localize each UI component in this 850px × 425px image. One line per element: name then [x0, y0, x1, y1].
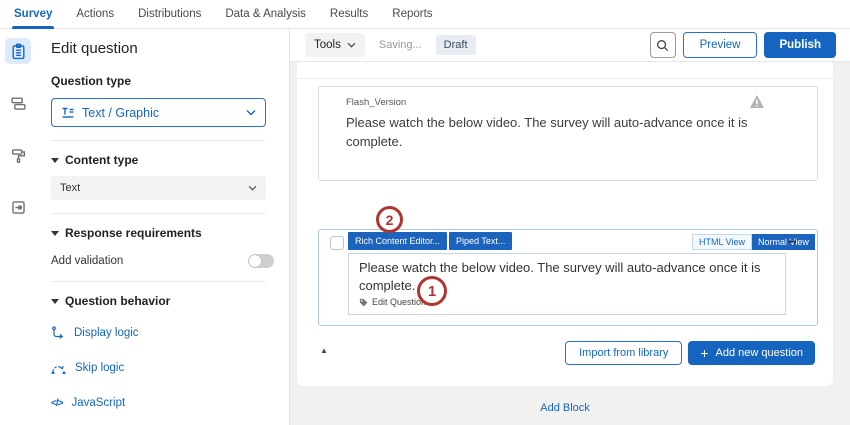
- question-type-select[interactable]: Text / Graphic: [51, 98, 266, 127]
- chevron-down-icon: [248, 185, 257, 191]
- icon-rail: [0, 29, 36, 425]
- main-area: Tools Saving... Draft Preview Publish Fl…: [290, 29, 850, 425]
- chevron-down-icon: [246, 109, 256, 116]
- search-button[interactable]: [650, 32, 676, 58]
- add-question-label: Add new question: [716, 347, 803, 359]
- add-new-question-button[interactable]: + Add new question: [688, 341, 815, 365]
- preview-label: Preview: [700, 39, 741, 51]
- card-actions: Import from library + Add new question: [565, 341, 815, 365]
- publish-button[interactable]: Publish: [764, 32, 836, 58]
- question-behavior-label: Question behavior: [65, 294, 170, 308]
- normal-view-tab[interactable]: Normal View: [752, 234, 815, 250]
- question-id: Flash_Version: [346, 97, 406, 108]
- annotation-number: 1: [428, 283, 436, 300]
- content-type-value: Text: [60, 182, 248, 194]
- question-type-label: Question type: [51, 74, 274, 88]
- survey-flow-icon[interactable]: [5, 90, 31, 116]
- section-divider: [51, 281, 266, 282]
- question-behavior-header[interactable]: Question behavior: [51, 294, 274, 308]
- look-and-feel-icon[interactable]: [5, 142, 31, 168]
- panel-title: Edit question: [51, 40, 274, 57]
- qualtrics-survey-editor: Survey Actions Distributions Data & Anal…: [0, 0, 850, 425]
- collapse-caret-icon: [51, 158, 59, 163]
- annotation-circle-1: 1: [417, 276, 447, 306]
- collapse-caret-icon: [51, 299, 59, 304]
- response-requirements-label: Response requirements: [65, 226, 202, 240]
- edit-question-panel: Edit question Question type Text / Graph…: [36, 29, 289, 425]
- tools-button[interactable]: Tools: [305, 33, 365, 57]
- annotation-number: 2: [386, 212, 394, 228]
- survey-options-icon[interactable]: [5, 194, 31, 220]
- rich-content-editor-button[interactable]: Rich Content Editor...: [348, 232, 447, 250]
- nav-tab-results[interactable]: Results: [330, 0, 368, 29]
- piped-text-button[interactable]: Piped Text...: [449, 232, 512, 250]
- content-type-label: Content type: [65, 153, 138, 167]
- content-type-select[interactable]: Text: [51, 176, 266, 200]
- top-nav: Survey Actions Distributions Data & Anal…: [0, 0, 850, 29]
- tag-icon: [359, 298, 368, 307]
- nav-tab-data-analysis[interactable]: Data & Analysis: [225, 0, 306, 29]
- display-logic-icon: [51, 326, 65, 339]
- nav-tab-survey[interactable]: Survey: [14, 0, 52, 29]
- import-label: Import from library: [579, 347, 668, 359]
- html-view-tab[interactable]: HTML View: [692, 234, 752, 250]
- import-from-library-button[interactable]: Import from library: [565, 341, 682, 365]
- left-column: Edit question Question type Text / Graph…: [0, 29, 290, 425]
- content-type-header[interactable]: Content type: [51, 153, 274, 167]
- javascript-link[interactable]: </> JavaScript: [51, 397, 274, 409]
- question-checkbox[interactable]: [330, 236, 344, 250]
- add-block-row: Add Block: [297, 398, 833, 416]
- question-block-editing[interactable]: Rich Content Editor... Piped Text... HTM…: [318, 229, 818, 326]
- add-validation-row: Add validation: [51, 254, 274, 268]
- collapse-caret-icon: [51, 231, 59, 236]
- preview-button[interactable]: Preview: [683, 32, 758, 58]
- card-top-divider: [297, 78, 833, 79]
- add-validation-toggle[interactable]: [248, 254, 274, 268]
- annotation-circle-2: 2: [376, 206, 403, 233]
- search-icon: [656, 39, 669, 52]
- plus-icon: +: [700, 345, 708, 361]
- nav-tab-actions[interactable]: Actions: [76, 0, 114, 29]
- toggle-knob: [249, 255, 261, 267]
- skip-logic-link[interactable]: Skip logic: [51, 362, 274, 374]
- editor-toolbar: Tools Saving... Draft Preview Publish: [290, 29, 850, 62]
- javascript-label: JavaScript: [71, 397, 125, 409]
- editor-button-row: Rich Content Editor... Piped Text...: [348, 232, 512, 250]
- edit-question-label: Edit Question: [372, 297, 426, 307]
- publish-label: Publish: [779, 39, 821, 51]
- text-graphic-icon: [61, 106, 75, 120]
- survey-builder-icon[interactable]: [5, 38, 31, 64]
- status-badge: Draft: [436, 35, 476, 55]
- warning-icon: [749, 94, 765, 114]
- block-card: Flash_Version Please watch the below vid…: [297, 62, 833, 386]
- nav-tab-distributions[interactable]: Distributions: [138, 0, 201, 29]
- skip-logic-label: Skip logic: [75, 362, 124, 374]
- question-text: Please watch the below video. The survey…: [346, 114, 791, 152]
- chevron-down-icon: [347, 42, 356, 48]
- add-block-link[interactable]: Add Block: [540, 402, 590, 414]
- skip-logic-icon: [51, 362, 66, 374]
- question-type-value: Text / Graphic: [82, 106, 239, 120]
- section-divider: [51, 213, 266, 214]
- more-handle-dots[interactable]: ••: [789, 237, 797, 247]
- question-block-flash-version[interactable]: Flash_Version Please watch the below vid…: [318, 86, 818, 181]
- response-requirements-header[interactable]: Response requirements: [51, 226, 274, 240]
- display-logic-link[interactable]: Display logic: [51, 326, 274, 339]
- nav-tab-reports[interactable]: Reports: [392, 0, 432, 29]
- section-divider: [51, 140, 266, 141]
- code-icon: </>: [51, 398, 62, 409]
- tools-label: Tools: [314, 39, 341, 51]
- display-logic-label: Display logic: [74, 327, 139, 339]
- collapse-block-arrow[interactable]: ▲: [320, 346, 328, 355]
- saving-status: Saving...: [379, 39, 422, 51]
- survey-canvas: Flash_Version Please watch the below vid…: [290, 62, 850, 425]
- rich-text-editor-area[interactable]: Please watch the below video. The survey…: [348, 253, 786, 315]
- add-validation-label: Add validation: [51, 255, 248, 267]
